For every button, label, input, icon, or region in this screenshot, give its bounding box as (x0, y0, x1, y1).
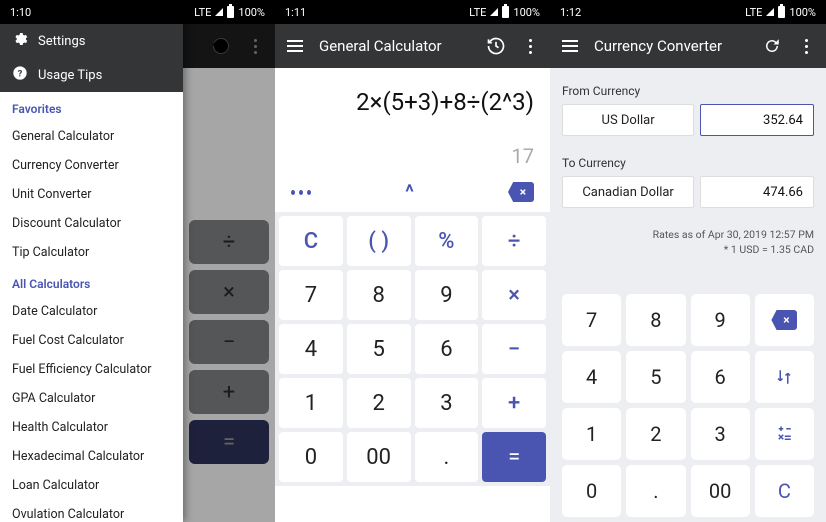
cc-key-5[interactable]: 5 (626, 351, 685, 403)
to-value-output[interactable]: 474.66 (700, 176, 814, 208)
status-bar: 1:10LTE (0, 0, 183, 24)
nav-drawer: Settings ? Usage Tips Favorites General … (0, 0, 183, 522)
drawer-fav-0[interactable]: General Calculator (0, 122, 183, 151)
cc-key-9[interactable]: 9 (691, 294, 750, 346)
cc-key-6[interactable]: 6 (691, 351, 750, 403)
status-bar: LTE100% (183, 0, 275, 24)
cc-key-8[interactable]: 8 (626, 294, 685, 346)
action-bar: Currency Converter (550, 24, 826, 68)
key-%[interactable]: % (415, 216, 479, 266)
swap-icon (775, 368, 793, 386)
key-0[interactable]: 0 (279, 432, 343, 482)
cc-key-swap[interactable] (755, 351, 814, 403)
cc-key-clear[interactable]: C (755, 465, 814, 517)
drawer-all-5[interactable]: Hexadecimal Calculator (0, 442, 183, 471)
help-icon: ? (12, 65, 28, 85)
drawer-tips-label: Usage Tips (38, 68, 102, 83)
key-+[interactable]: + (482, 378, 546, 428)
backspace-icon: × (771, 310, 797, 330)
cc-key-backspace[interactable]: × (755, 294, 814, 346)
key-4[interactable]: 4 (279, 324, 343, 374)
cc-key-00[interactable]: 00 (691, 465, 750, 517)
drawer-fav-2[interactable]: Unit Converter (0, 180, 183, 209)
drawer-fav-3[interactable]: Discount Calculator (0, 209, 183, 238)
key-( )[interactable]: ( ) (347, 216, 411, 266)
drawer-settings[interactable]: Settings (0, 24, 183, 58)
key-5[interactable]: 5 (347, 324, 411, 374)
key-9[interactable]: 9 (415, 270, 479, 320)
status-bar: 1:11LTE100% (275, 0, 550, 24)
from-label: From Currency (562, 84, 814, 98)
key-=[interactable]: = (482, 432, 546, 482)
app-title: Currency Converter (594, 37, 748, 55)
more-functions-icon[interactable] (291, 182, 311, 202)
key-.[interactable]: . (415, 432, 479, 482)
cc-key-1[interactable]: 1 (562, 408, 621, 460)
menu-icon[interactable] (560, 36, 580, 56)
cc-key-3[interactable]: 3 (691, 408, 750, 460)
cc-key-4[interactable]: 4 (562, 351, 621, 403)
drawer-all-2[interactable]: Fuel Efficiency Calculator (0, 355, 183, 384)
drawer-settings-label: Settings (38, 34, 85, 49)
key-2[interactable]: 2 (347, 378, 411, 428)
gear-icon (12, 31, 28, 51)
menu-icon[interactable] (285, 36, 305, 56)
cc-key-7[interactable]: 7 (562, 294, 621, 346)
drawer-all-7[interactable]: Ovulation Calculator (0, 500, 183, 522)
fav-header: Favorites (0, 92, 183, 122)
from-currency-select[interactable]: US Dollar (562, 104, 694, 136)
app-title: General Calculator (319, 37, 472, 55)
drawer-all-4[interactable]: Health Calculator (0, 413, 183, 442)
key-C[interactable]: C (279, 216, 343, 266)
key-7[interactable]: 7 (279, 270, 343, 320)
status-bar: 1:12LTE100% (550, 0, 826, 24)
expression: 2×(5+3)+8÷(2^3) (291, 88, 534, 116)
key-00[interactable]: 00 (347, 432, 411, 482)
drawer-tips[interactable]: ? Usage Tips (0, 58, 183, 92)
history-icon[interactable] (486, 36, 506, 56)
rate-info: Rates as of Apr 30, 2019 12:57 PM* 1 USD… (562, 228, 814, 257)
result: 17 (291, 144, 534, 168)
more-icon[interactable] (796, 36, 816, 56)
drawer-all-6[interactable]: Loan Calculator (0, 471, 183, 500)
calc-icon (775, 425, 793, 443)
refresh-icon[interactable] (762, 36, 782, 56)
cc-key-2[interactable]: 2 (626, 408, 685, 460)
cc-key-0[interactable]: 0 (562, 465, 621, 517)
drawer-fav-4[interactable]: Tip Calculator (0, 238, 183, 267)
drawer-all-0[interactable]: Date Calculator (0, 297, 183, 326)
key-−[interactable]: − (482, 324, 546, 374)
key-3[interactable]: 3 (415, 378, 479, 428)
cc-keypad: 789 × 456 123 0.00C (562, 294, 814, 522)
backspace-icon[interactable]: × (508, 182, 534, 202)
key-8[interactable]: 8 (347, 270, 411, 320)
to-label: To Currency (562, 156, 814, 170)
key-÷[interactable]: ÷ (482, 216, 546, 266)
caret-button[interactable]: ^ (405, 180, 414, 204)
keypad: C( )%÷ 789× 456− 123+000.= (275, 212, 550, 486)
drawer-all-1[interactable]: Fuel Cost Calculator (0, 326, 183, 355)
drawer-fav-1[interactable]: Currency Converter (0, 151, 183, 180)
drawer-all-3[interactable]: GPA Calculator (0, 384, 183, 413)
key-×[interactable]: × (482, 270, 546, 320)
key-1[interactable]: 1 (279, 378, 343, 428)
key-6[interactable]: 6 (415, 324, 479, 374)
cc-key-calc[interactable] (755, 408, 814, 460)
calc-display: 2×(5+3)+8÷(2^3) 17 (275, 68, 550, 176)
cc-key-.[interactable]: . (626, 465, 685, 517)
more-icon[interactable] (520, 36, 540, 56)
action-bar: General Calculator (275, 24, 550, 68)
all-header: All Calculators (0, 267, 183, 297)
to-currency-select[interactable]: Canadian Dollar (562, 176, 694, 208)
from-value-input[interactable]: 352.64 (700, 104, 814, 136)
svg-text:?: ? (18, 68, 23, 79)
